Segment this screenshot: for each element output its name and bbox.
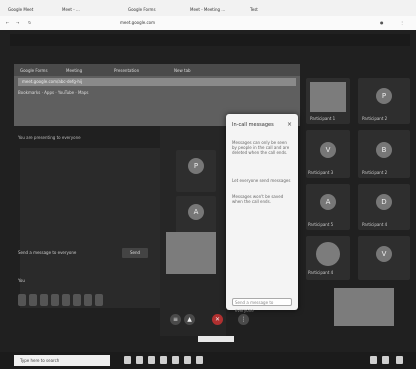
reaction-icon[interactable]: [51, 294, 59, 306]
shared-bookmarks-bar: Bookmarks · Apps · YouTube · Maps: [18, 90, 89, 95]
you-label: You: [18, 278, 25, 283]
leave-call-icon[interactable]: ✕: [212, 314, 223, 325]
app-icon[interactable]: [196, 356, 203, 364]
shared-tab-2[interactable]: Meeting: [66, 66, 82, 75]
panel-title: In-call messages: [232, 122, 274, 128]
file-explorer-icon[interactable]: [136, 356, 143, 364]
mail-icon[interactable]: [160, 356, 167, 364]
reaction-icon[interactable]: [29, 294, 37, 306]
outer-tab-4[interactable]: Meet - Meeting ...: [190, 6, 225, 14]
outer-url[interactable]: meet.google.com: [120, 19, 155, 27]
back-icon[interactable]: ←: [6, 19, 9, 27]
participant-tile[interactable]: Participant 1: [306, 78, 350, 124]
participant-tile[interactable]: A Participant 5: [306, 184, 350, 230]
avatar: B: [376, 142, 392, 158]
in-call-messages-panel: In-call messages × Messages can only be …: [226, 114, 298, 313]
participant-video[interactable]: [334, 288, 394, 326]
reaction-icon[interactable]: [18, 294, 26, 306]
participant-tile[interactable]: P Participant 2: [358, 78, 410, 124]
meet-title-bar: [10, 34, 410, 46]
outer-tab-strip: Google Meet Meet - ... Google Forms Meet…: [0, 0, 416, 16]
avatar: V: [320, 142, 336, 158]
avatar: A: [188, 204, 204, 220]
app-icon[interactable]: [184, 356, 191, 364]
presentation-area: [20, 148, 160, 308]
taskbar-search-input[interactable]: Type here to search: [14, 355, 110, 366]
participant-tile[interactable]: V: [358, 236, 410, 280]
shared-tab-4[interactable]: New tab: [174, 66, 191, 75]
store-icon[interactable]: [148, 356, 155, 364]
participant-name-strip: [198, 336, 234, 342]
volume-icon[interactable]: [382, 356, 389, 364]
participant-tile[interactable]: Participant 4: [306, 236, 350, 280]
notification-icon[interactable]: [396, 356, 403, 364]
avatar: D: [376, 194, 392, 210]
browser-icon[interactable]: [172, 356, 179, 364]
network-icon[interactable]: [370, 356, 377, 364]
participant-video: [310, 82, 346, 112]
chat-send-button[interactable]: Send: [122, 248, 148, 258]
participant-name: Participant 5: [308, 222, 334, 227]
shared-tab-strip: Google Forms Meeting Presentation New ta…: [14, 64, 300, 76]
avatar: V: [376, 246, 392, 262]
outer-address-bar: ← → ↻ meet.google.com ● ⋮: [0, 16, 416, 30]
panel-info-text: Messages can only be seen by people in t…: [232, 140, 290, 155]
message-input[interactable]: Send a message to everyone: [232, 298, 292, 313]
outer-tab-5[interactable]: Test: [250, 6, 258, 14]
windows-taskbar: Type here to search: [0, 352, 416, 369]
participant-name: Participant 3: [308, 170, 334, 175]
panel-toggle-label[interactable]: Let everyone send messages: [232, 178, 292, 183]
shared-address-bar[interactable]: meet.google.com/abc-defg-hij: [18, 78, 296, 86]
reaction-icon[interactable]: [95, 294, 103, 306]
avatar: A: [320, 194, 336, 210]
reaction-icon[interactable]: [62, 294, 70, 306]
captions-icon[interactable]: ≡: [170, 314, 181, 325]
close-icon[interactable]: ×: [287, 121, 292, 128]
outer-tab-1[interactable]: Google Meet: [8, 6, 33, 14]
outer-tab-2[interactable]: Meet - ...: [62, 6, 80, 14]
present-icon[interactable]: ▲: [184, 314, 195, 325]
participant-tile[interactable]: D Participant 4: [358, 184, 410, 230]
avatar: P: [188, 158, 204, 174]
reaction-icon[interactable]: [84, 294, 92, 306]
participant-video[interactable]: [166, 232, 216, 274]
more-options-icon[interactable]: ⋮: [238, 314, 249, 325]
participant-tile[interactable]: P: [176, 150, 216, 192]
participant-tile[interactable]: B Participant 2: [358, 130, 410, 178]
forward-icon[interactable]: →: [16, 19, 19, 27]
participant-tile[interactable]: V Participant 3: [306, 130, 350, 178]
presenting-label: You are presenting to everyone: [18, 135, 81, 140]
task-view-icon[interactable]: [124, 356, 131, 364]
avatar: P: [376, 88, 392, 104]
menu-icon[interactable]: ⋮: [400, 19, 404, 27]
meet-screen: Google Forms Meeting Presentation New ta…: [0, 30, 416, 352]
profile-icon[interactable]: ●: [380, 19, 384, 27]
participant-photo: [316, 242, 340, 266]
participant-name: Participant 1: [310, 116, 336, 121]
participant-name: Participant 4: [362, 222, 388, 227]
participant-name: Participant 4: [308, 270, 334, 275]
reaction-icon[interactable]: [40, 294, 48, 306]
panel-note-text: Messages won't be saved when the call en…: [232, 194, 284, 204]
reaction-icon[interactable]: [73, 294, 81, 306]
participant-name: Participant 2: [362, 170, 388, 175]
shared-tab-3[interactable]: Presentation: [114, 66, 139, 75]
shared-tab-1[interactable]: Google Forms: [20, 66, 48, 75]
reaction-row: [18, 294, 103, 308]
outer-tab-3[interactable]: Google Forms: [128, 6, 156, 14]
participant-name: Participant 2: [362, 116, 388, 121]
reload-icon[interactable]: ↻: [28, 19, 31, 27]
